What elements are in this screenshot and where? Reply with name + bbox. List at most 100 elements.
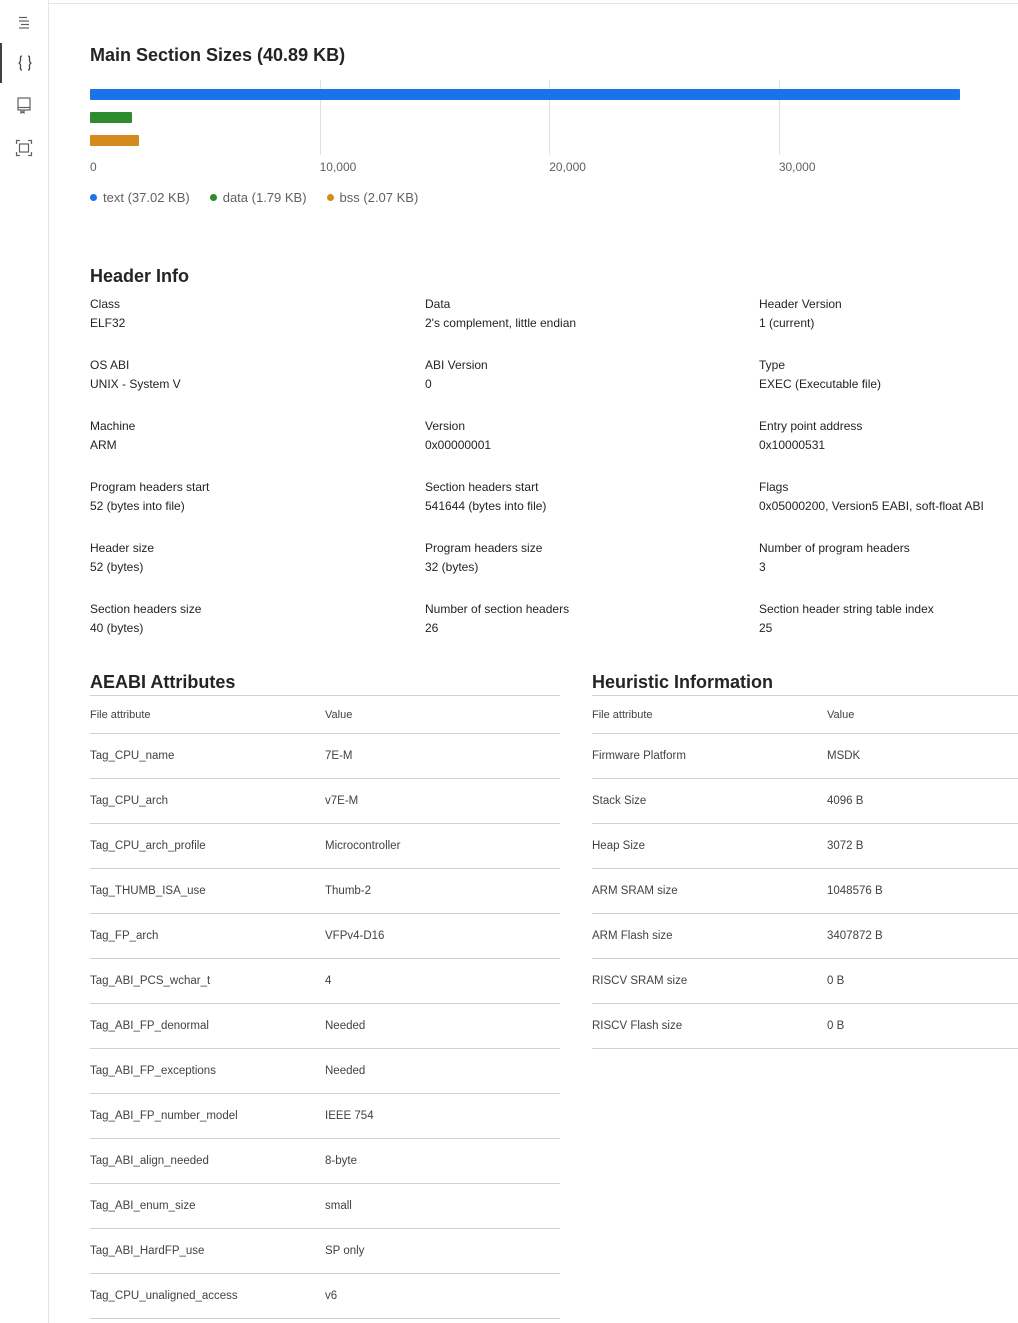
header-field-label: Section headers start: [425, 480, 539, 494]
header-field-label: Entry point address: [759, 419, 863, 433]
main-content: Main Section Sizes (40.89 KB) 0 10,000 20,…: [90, 0, 1018, 1323]
header-field: Class ELF32: [90, 297, 410, 330]
attribute-name-cell: Tag_ABI_HardFP_use: [90, 1228, 325, 1274]
fullscreen-icon[interactable]: [0, 128, 48, 168]
attribute-value-cell: IEEE 754: [325, 1093, 560, 1139]
attribute-name-cell: ARM SRAM size: [592, 868, 827, 914]
header-field-label: ABI Version: [425, 358, 488, 372]
table-row: Tag_THUMB_ISA_use Thumb-2: [90, 868, 560, 914]
header-field: Section headers start 541644 (bytes into …: [425, 480, 745, 513]
header-field: Number of program headers 3: [759, 541, 1018, 574]
attribute-name-cell: Tag_CPU_arch: [90, 778, 325, 824]
header-field-value: UNIX - System V: [90, 377, 181, 391]
heuristic-title: Heuristic Information: [592, 672, 774, 692]
header-field: Entry point address 0x10000531: [759, 419, 1018, 452]
header-field: Program headers size 32 (bytes): [425, 541, 745, 574]
header-field-value: 0x00000001: [425, 438, 492, 452]
table-row: Tag_ABI_PCS_wchar_t 4: [90, 958, 560, 1004]
attribute-name-cell: Firmware Platform: [592, 733, 827, 779]
attribute-value-cell: Microcontroller: [325, 823, 560, 869]
table-row: Tag_CPU_arch_profile Microcontroller: [90, 823, 560, 869]
header-field: Flags 0x05000200, Version5 EABI, soft-flo…: [759, 480, 1018, 513]
attribute-value-cell: Needed: [325, 1048, 560, 1094]
table-row: Tag_ABI_HardFP_use SP only: [90, 1228, 560, 1274]
attribute-value-cell: 1048576 B: [827, 868, 1018, 914]
table-row: RISCV Flash size 0 B: [592, 1003, 1018, 1049]
table-row: Stack Size 4096 B: [592, 778, 1018, 824]
x-tick-label: 10,000: [319, 160, 357, 174]
column-header[interactable]: File attribute: [90, 696, 325, 734]
column-header[interactable]: File attribute: [592, 696, 827, 734]
attribute-name-cell: Tag_ABI_FP_number_model: [90, 1093, 325, 1139]
header-field-label: Machine: [90, 419, 136, 433]
attribute-value-cell: v7E-M: [325, 778, 560, 824]
attribute-name-cell: RISCV Flash size: [592, 1003, 827, 1049]
header-field: Data 2's complement, little endian: [425, 297, 745, 330]
table-row: ARM SRAM size 1048576 B: [592, 868, 1018, 914]
header-field-value: 0x05000200, Version5 EABI, soft-float AB…: [759, 499, 984, 513]
table-header-row: File attribute Value: [592, 696, 1018, 734]
header-field-value: ELF32: [90, 316, 126, 330]
header-info-title: Header Info: [90, 266, 190, 286]
attribute-value-cell: v6: [325, 1273, 560, 1319]
header-field: Type EXEC (Executable file): [759, 358, 1018, 391]
attribute-value-cell: 3072 B: [827, 823, 1018, 869]
header-field: Number of section headers 26: [425, 602, 745, 635]
header-field: Version 0x00000001: [425, 419, 745, 452]
header-field-value: 25: [759, 621, 773, 635]
attribute-name-cell: Stack Size: [592, 778, 827, 824]
attribute-value-cell: Needed: [325, 1003, 560, 1049]
attribute-value-cell: 4: [325, 958, 560, 1004]
header-field-label: Section headers size: [90, 602, 202, 616]
header-field: Header size 52 (bytes): [90, 541, 410, 574]
attribute-value-cell: 0 B: [827, 958, 1018, 1004]
table-row: Tag_FP_arch VFPv4-D16: [90, 913, 560, 959]
braces-icon[interactable]: [0, 43, 48, 83]
header-field-label: Type: [759, 358, 786, 372]
header-field: ABI Version 0: [425, 358, 745, 391]
table-row: Tag_CPU_arch v7E-M: [90, 778, 560, 824]
bar-bss[interactable]: [90, 135, 139, 146]
outline-icon[interactable]: [0, 3, 48, 43]
book-icon[interactable]: [0, 85, 48, 125]
header-field-label: Version: [425, 419, 466, 433]
activity-bar: [0, 0, 49, 1323]
aeabi-title: AEABI Attributes: [90, 672, 236, 692]
attribute-value-cell: 3407872 B: [827, 913, 1018, 959]
table-row: ARM Flash size 3407872 B: [592, 913, 1018, 959]
attribute-name-cell: Tag_ABI_FP_denormal: [90, 1003, 325, 1049]
header-field-label: Number of program headers: [759, 541, 910, 555]
header-field-label: Number of section headers: [425, 602, 570, 616]
x-tick-label: 0: [90, 160, 97, 174]
attribute-name-cell: Tag_CPU_unaligned_access: [90, 1273, 325, 1319]
attribute-name-cell: Heap Size: [592, 823, 827, 869]
table-row: Firmware Platform MSDK: [592, 733, 1018, 779]
header-field-value: 3: [759, 560, 766, 574]
bar-text[interactable]: [90, 89, 961, 100]
column-header[interactable]: Value: [325, 696, 560, 734]
header-field-value: 40 (bytes): [90, 621, 144, 635]
legend-item-data[interactable]: data (1.79 KB): [209, 190, 307, 205]
header-field-label: Data: [425, 297, 451, 311]
attribute-value-cell: 7E-M: [325, 733, 560, 779]
attribute-name-cell: Tag_FP_arch: [90, 913, 325, 959]
attribute-name-cell: ARM Flash size: [592, 913, 827, 959]
column-header[interactable]: Value: [827, 696, 1018, 734]
table-row: Tag_ABI_enum_size small: [90, 1183, 560, 1229]
section-sizes-chart: 0 10,000 20,000 30,000: [90, 80, 990, 190]
legend-item-text[interactable]: text (37.02 KB): [90, 190, 190, 205]
attribute-name-cell: Tag_ABI_enum_size: [90, 1183, 325, 1229]
table-row: Heap Size 3072 B: [592, 823, 1018, 869]
header-field-label: Program headers size: [425, 541, 543, 555]
legend-label: data (1.79 KB): [222, 190, 307, 205]
aeabi-table: File attribute Value Tag_CPU_name 7E-M Tag…: [90, 696, 560, 1319]
x-tick-label: 30,000: [778, 160, 816, 174]
header-field: Header Version 1 (current): [759, 297, 1018, 330]
table-row: Tag_ABI_align_needed 8-byte: [90, 1138, 560, 1184]
header-field-value: 52 (bytes): [90, 560, 144, 574]
attribute-name-cell: Tag_ABI_PCS_wchar_t: [90, 958, 325, 1004]
bar-data[interactable]: [90, 112, 133, 123]
header-field-label: Program headers start: [90, 480, 210, 494]
table-row: Tag_ABI_FP_number_model IEEE 754: [90, 1093, 560, 1139]
legend-item-bss[interactable]: bss (2.07 KB): [326, 190, 418, 205]
